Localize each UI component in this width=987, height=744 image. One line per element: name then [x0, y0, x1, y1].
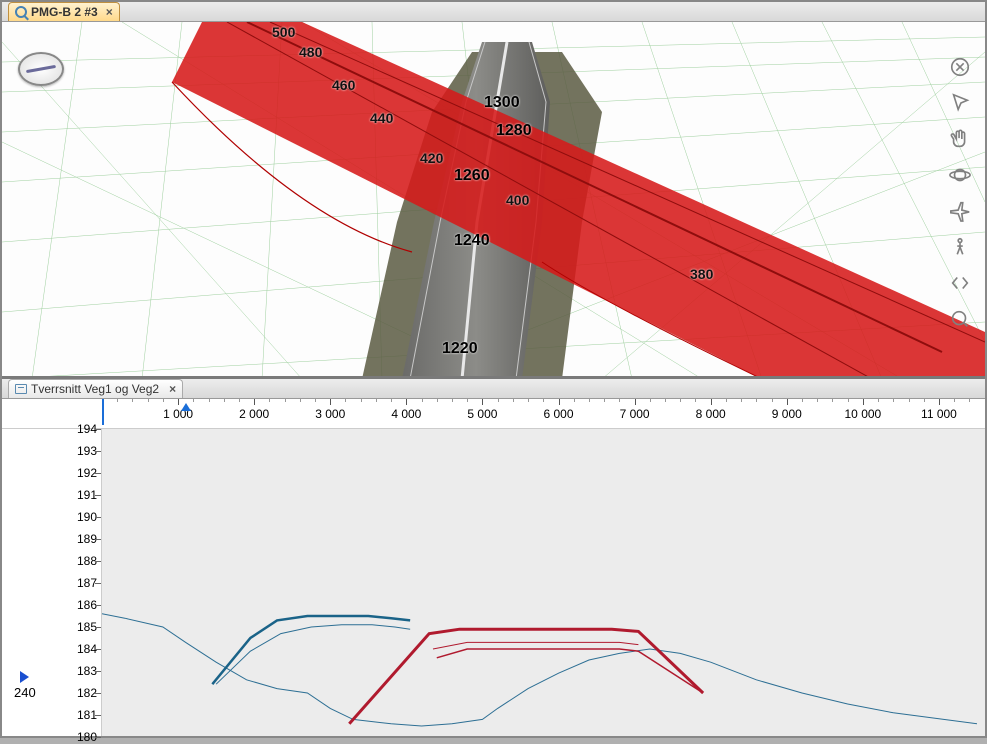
select-tool-button[interactable] — [945, 88, 975, 118]
ruler-tick-label: 11 000 — [921, 407, 957, 421]
series-Veg1-top — [212, 616, 410, 684]
station-label-red: 460 — [332, 77, 355, 93]
tab-xs-label: Tverrsnitt Veg1 og Veg2 — [31, 382, 159, 396]
tabbar-bottom: Tverrsnitt Veg1 og Veg2 × — [2, 379, 985, 399]
walk-tool-button[interactable] — [945, 232, 975, 262]
ruler-tick-label: 10 000 — [845, 407, 882, 421]
y-tick-label: 188 — [77, 554, 97, 568]
play-marker-icon — [20, 671, 29, 683]
y-tick-label: 187 — [77, 576, 97, 590]
series-Veg2-mid — [433, 642, 638, 649]
magnifier-icon — [15, 6, 27, 18]
compass-icon[interactable] — [18, 52, 64, 86]
toolbar-3d — [945, 52, 979, 334]
station-label-red: 440 — [370, 110, 393, 126]
panel-3d-view: PMG-B 2 #3 × — [2, 2, 985, 379]
station-label-grey: 1240 — [454, 232, 490, 250]
y-tick-label: 186 — [77, 598, 97, 612]
cross-section-chart — [102, 429, 977, 737]
fly-tool-button[interactable] — [945, 196, 975, 226]
ruler-start-marker[interactable] — [102, 399, 104, 425]
y-tick-label: 185 — [77, 620, 97, 634]
station-label-grey: 1280 — [496, 122, 532, 140]
y-tick-label: 183 — [77, 664, 97, 678]
y-tick-label: 181 — [77, 708, 97, 722]
plot-area[interactable]: 1801811821831841851861871881891901911921… — [2, 429, 985, 736]
ruler-tick-label: 8 000 — [696, 407, 726, 421]
y-tick-label: 180 — [77, 730, 97, 744]
station-label-grey: 1220 — [442, 340, 478, 358]
y-tick-label: 182 — [77, 686, 97, 700]
close-view-button[interactable] — [945, 52, 975, 82]
tab-3d-label: PMG-B 2 #3 — [31, 5, 98, 19]
station-marker: 240 — [14, 671, 36, 700]
y-tick-label: 184 — [77, 642, 97, 656]
station-label-red: 420 — [420, 150, 443, 166]
panel-cross-section: Tverrsnitt Veg1 og Veg2 × 1 0002 0003 00… — [2, 379, 985, 736]
series-Veg2-top — [349, 629, 703, 724]
station-value: 240 — [14, 685, 36, 700]
tabbar-top: PMG-B 2 #3 × — [2, 2, 985, 22]
orbit-tool-button[interactable] — [945, 160, 975, 190]
y-tick-label: 194 — [77, 422, 97, 436]
y-tick-label: 189 — [77, 532, 97, 546]
step-tool-button[interactable] — [945, 268, 975, 298]
tab-3d-view[interactable]: PMG-B 2 #3 × — [8, 2, 120, 21]
ruler-position-marker[interactable] — [181, 403, 191, 411]
section-icon — [15, 384, 27, 394]
ruler-tick-label: 5 000 — [467, 407, 497, 421]
y-tick-label: 193 — [77, 444, 97, 458]
tab-cross-section[interactable]: Tverrsnitt Veg1 og Veg2 × — [8, 379, 183, 398]
app-window: PMG-B 2 #3 × — [0, 0, 987, 738]
ruler-tick-label: 9 000 — [772, 407, 802, 421]
station-label-grey: 1260 — [454, 167, 490, 185]
ruler-tick-label: 4 000 — [391, 407, 421, 421]
ruler-tick-label: 3 000 — [315, 407, 345, 421]
ruler-tick-label: 6 000 — [544, 407, 574, 421]
zoom-tool-button[interactable] — [945, 304, 975, 334]
station-label-red: 500 — [272, 24, 295, 40]
tab-xs-close-button[interactable]: × — [169, 382, 176, 396]
tab-close-button[interactable]: × — [106, 5, 113, 19]
y-tick-label: 190 — [77, 510, 97, 524]
series-Veg1-underside — [216, 625, 410, 684]
station-label-red: 380 — [690, 266, 713, 282]
ruler-x[interactable]: 1 0002 0003 0004 0005 0006 0007 0008 000… — [2, 399, 985, 429]
viewport-3d[interactable]: 500480 460 440 420 400 380 1300 1280 1260 1240 122… — [2, 22, 985, 376]
station-label-grey: 1300 — [484, 94, 520, 112]
station-label-red: 480 — [299, 44, 322, 60]
y-tick-label: 191 — [77, 488, 97, 502]
pan-tool-button[interactable] — [945, 124, 975, 154]
ruler-tick-label: 7 000 — [620, 407, 650, 421]
ruler-tick-label: 2 000 — [239, 407, 269, 421]
road-surfaces — [2, 22, 985, 379]
station-label-red: 400 — [506, 192, 529, 208]
y-tick-label: 192 — [77, 466, 97, 480]
